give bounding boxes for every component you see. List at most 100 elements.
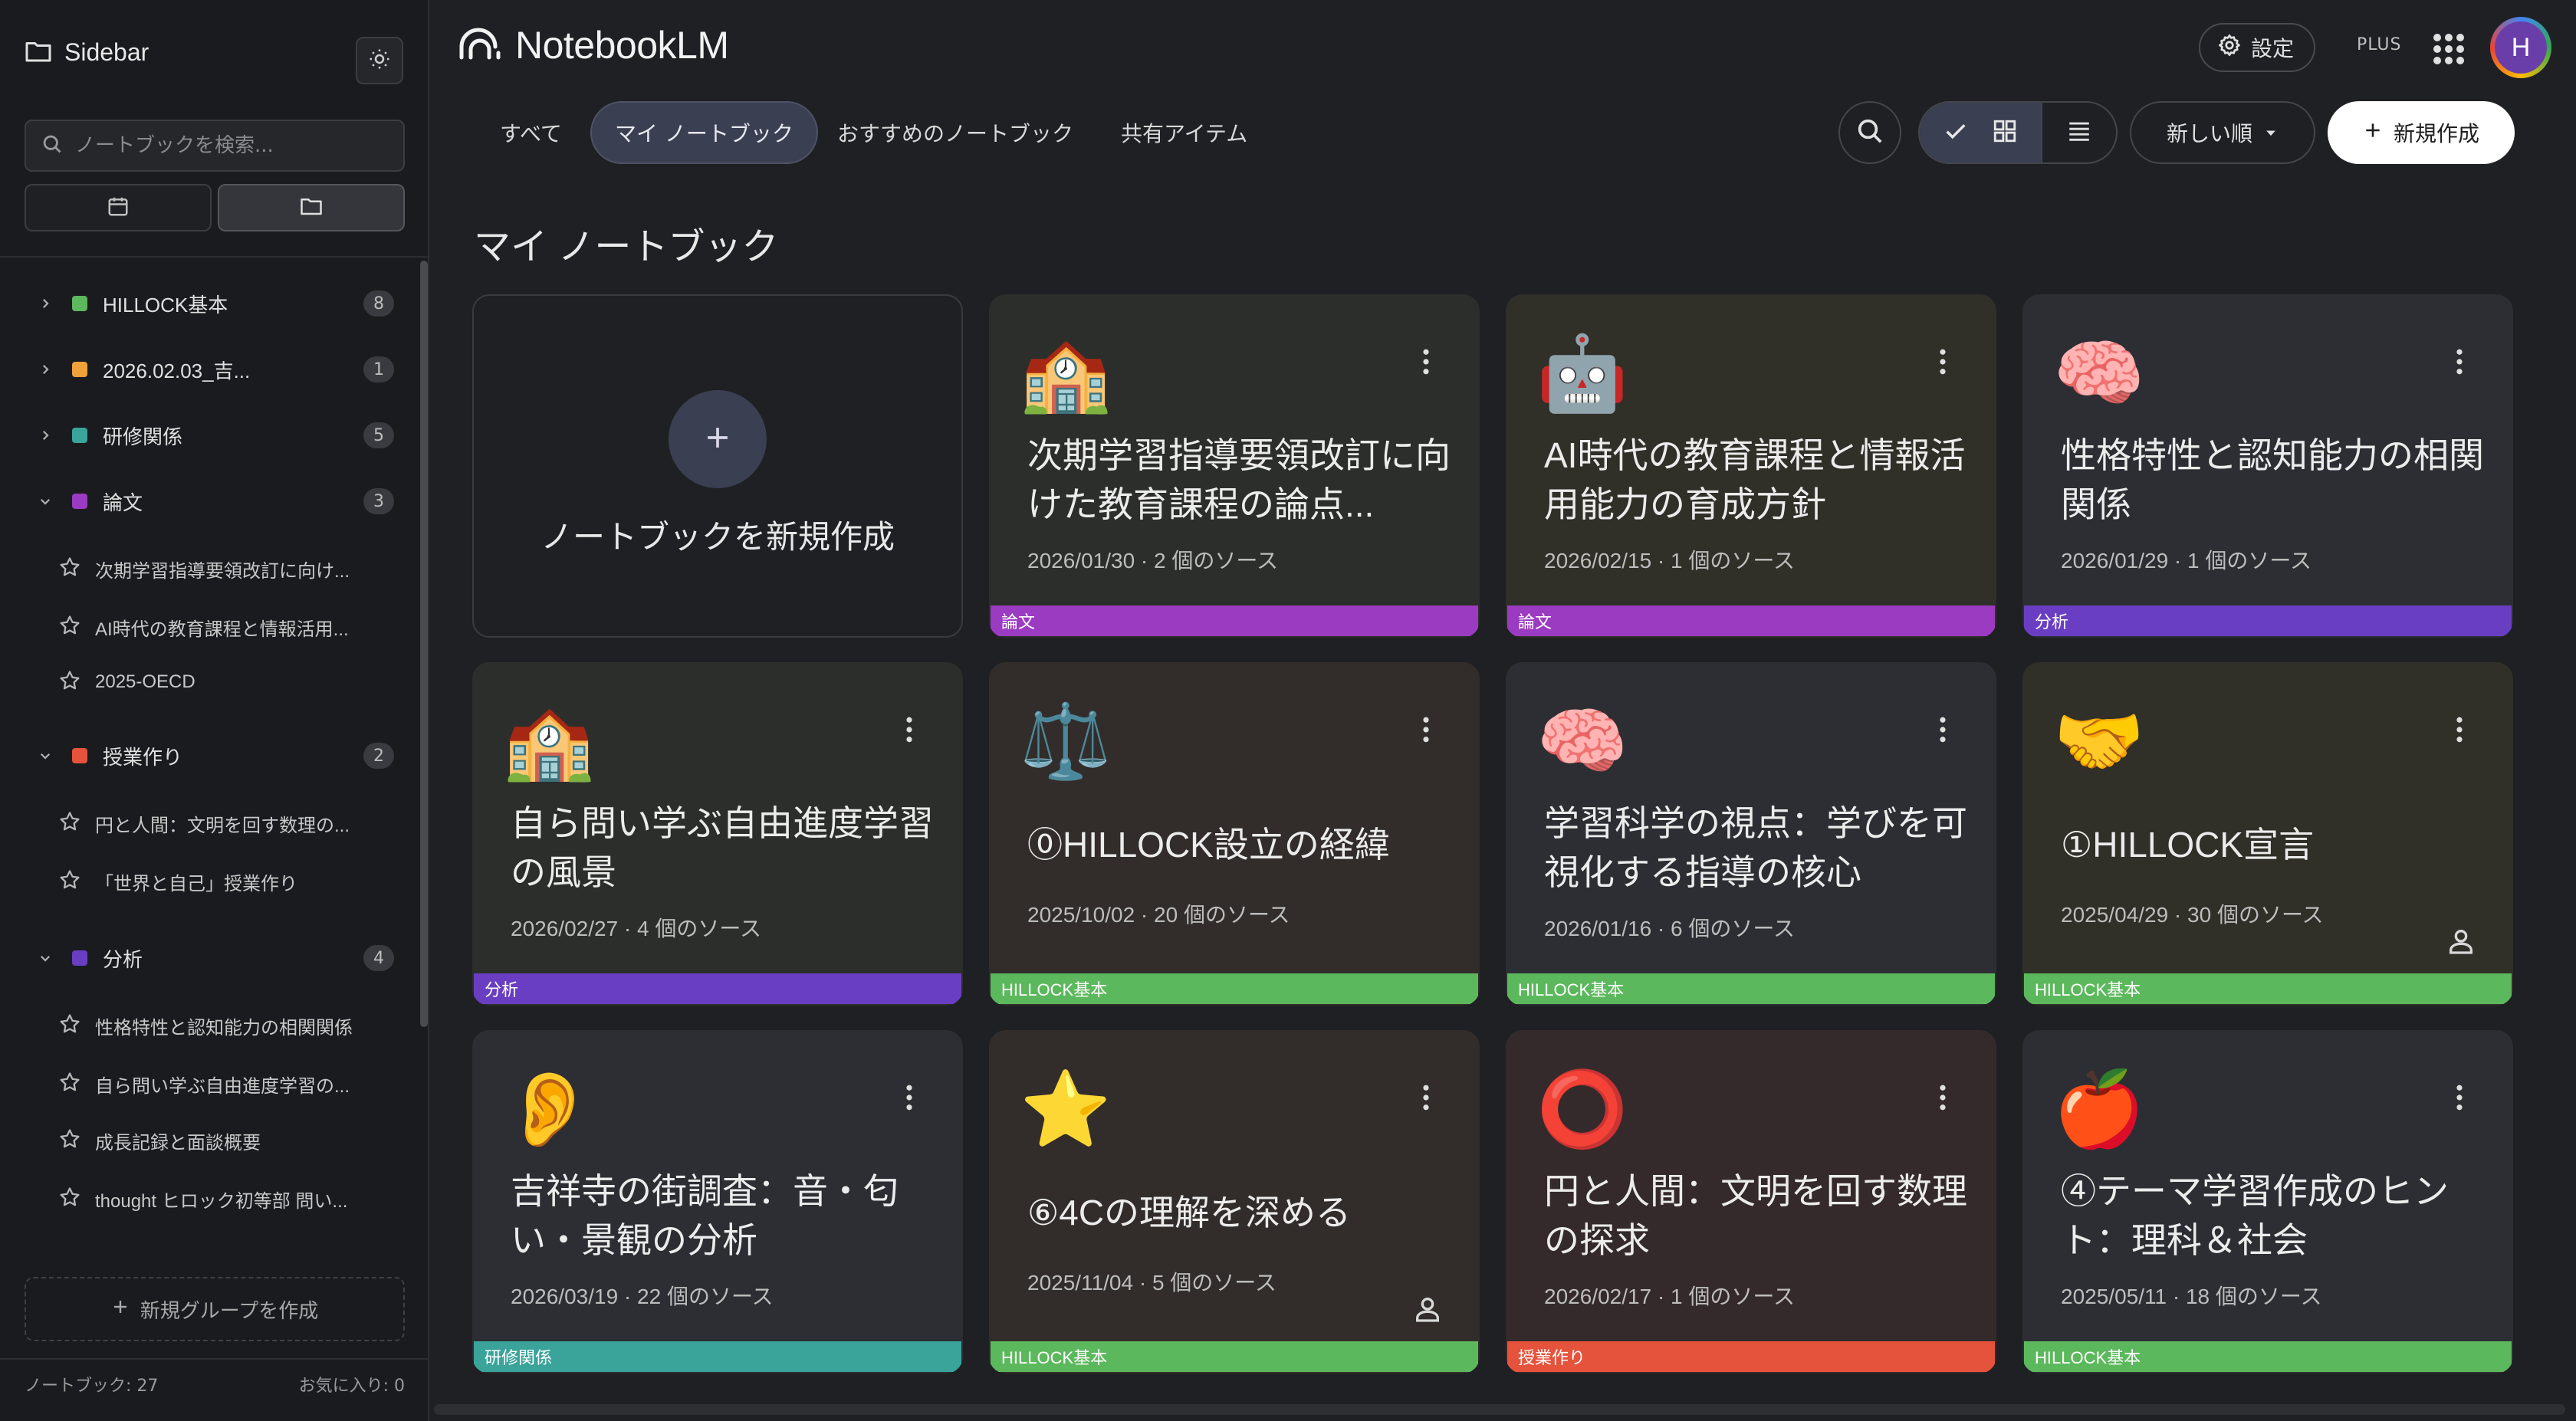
notebook-card[interactable]: ⭐ ⑥4Cの理解を深める 2025/11/04 · 5 個のソース HILLOC…	[989, 1030, 1480, 1373]
chevron-down-icon[interactable]	[34, 951, 57, 965]
tab-all[interactable]: すべて	[477, 101, 585, 164]
calendar-view-button[interactable]	[25, 184, 212, 231]
notebook-card[interactable]: 🏫 次期学習指導要領改訂に向けた教育課程の論点... 2026/01/30 · …	[989, 294, 1480, 638]
notebook-card[interactable]: ⚖️ ⓪HILLOCK設立の経緯 2025/10/02 · 20 個のソース H…	[989, 662, 1480, 1006]
new-notebook-card[interactable]: ノートブックを新規作成	[472, 294, 963, 638]
chevron-right-icon[interactable]	[34, 363, 57, 376]
group-row-hillock[interactable]: HILLOCK基本 8	[34, 281, 394, 327]
sidebar-notebook-item[interactable]: 自ら問い学ぶ自由進度学習の...	[58, 1061, 396, 1107]
group-row-training[interactable]: 研修関係 5	[34, 412, 394, 458]
notebook-title: 次期学習指導要領改訂に向けた教育課程の論点...	[1027, 435, 1451, 524]
notebook-card[interactable]: 🧠 学習科学の視点：学びを可視化する指導の核心 2026/01/16 · 6 個…	[1506, 662, 1996, 1006]
group-row-lesson-making[interactable]: 授業作り 2	[34, 733, 394, 779]
more-vert-icon[interactable]	[1403, 1075, 1449, 1121]
notebook-card[interactable]: 🤖 AI時代の教育課程と情報活用能力の育成方針 2026/02/15 · 1 個…	[1506, 294, 1996, 638]
star-icon[interactable]	[58, 1186, 81, 1212]
group-count-badge: 5	[363, 422, 394, 448]
more-vert-icon[interactable]	[886, 1075, 932, 1121]
chevron-down-icon[interactable]	[34, 749, 57, 763]
more-vert-icon[interactable]	[2436, 707, 2482, 753]
notebook-emoji: ⭕	[1536, 1066, 1628, 1152]
notebook-card[interactable]: 👂 吉祥寺の街調査：音・匂い・景観の分析 2026/03/19 · 22 個のソ…	[472, 1030, 963, 1373]
settings-label: 設定	[2251, 36, 2295, 61]
sidebar-notebook-item[interactable]: 円と人間：文明を回す数理の...	[58, 800, 396, 846]
tab-recommended[interactable]: おすすめのノートブック	[814, 101, 1096, 164]
star-icon[interactable]	[58, 669, 81, 695]
sidebar-notebook-item[interactable]: thought ヒロック初等部 問い...	[58, 1176, 396, 1222]
plus-icon	[2363, 120, 2383, 146]
more-vert-icon[interactable]	[1920, 707, 1966, 753]
tab-my-notebooks[interactable]: マイ ノートブック	[590, 101, 818, 164]
notebook-count: ノートブック: 27	[25, 1377, 159, 1396]
apps-grid-icon[interactable]	[2430, 31, 2464, 64]
more-vert-icon[interactable]	[886, 707, 932, 753]
new-group-label: 新規グループを作成	[140, 1299, 319, 1323]
notebook-group-tag: 授業作り	[1507, 1341, 1995, 1372]
sort-dropdown[interactable]: 新しい順	[2130, 101, 2315, 164]
star-icon[interactable]	[58, 1127, 81, 1154]
search-button[interactable]	[1838, 101, 1901, 164]
new-notebook-plus-button[interactable]	[669, 389, 767, 488]
notebook-search-input[interactable]	[75, 134, 382, 157]
notebook-emoji: 🏫	[1020, 330, 1112, 416]
group-name: HILLOCK基本	[103, 293, 228, 317]
more-vert-icon[interactable]	[1920, 339, 1966, 385]
notebook-search-box[interactable]	[25, 120, 405, 172]
notebook-card[interactable]: ⭕ 円と人間：文明を回す数理の探求 2026/02/17 · 1 個のソース 授…	[1506, 1030, 1996, 1373]
more-vert-icon[interactable]	[2436, 339, 2482, 385]
notebook-card[interactable]: 🍎 ④テーマ学習作成のヒント：理科＆社会 2025/05/11 · 18 個のソ…	[2022, 1030, 2513, 1373]
sidebar-notebook-item[interactable]: 性格特性と認知能力の相関関係	[58, 1003, 396, 1049]
group-row-analysis[interactable]: 分析 4	[34, 935, 394, 981]
star-icon[interactable]	[58, 868, 81, 894]
star-icon[interactable]	[58, 1012, 81, 1039]
notebook-meta: 2026/01/29 · 1 個のソース	[2061, 549, 2312, 573]
notebook-emoji: ⭐	[1020, 1066, 1112, 1152]
sidebar-title: Sidebar	[64, 38, 150, 66]
sidebar-notebook-item[interactable]: AI時代の教育課程と情報活用...	[58, 604, 396, 650]
grid-view-button[interactable]	[1920, 103, 2042, 162]
group-color-swatch	[72, 362, 87, 377]
sidebar-footer: ノートブック: 27 お気に入り: 0	[25, 1372, 405, 1396]
settings-button[interactable]: 設定	[2199, 23, 2316, 72]
sidebar-notebook-title: 成長記録と面談概要	[95, 1132, 261, 1154]
horizontal-scrollbar[interactable]	[434, 1404, 2565, 1415]
notebook-group-tag: HILLOCK基本	[2024, 973, 2512, 1004]
notebook-title: ①HILLOCK宣言	[2061, 825, 2315, 865]
notebook-group-tag: 分析	[474, 973, 961, 1004]
star-icon[interactable]	[58, 614, 81, 640]
star-icon[interactable]	[58, 556, 81, 582]
app-logo[interactable]: NotebookLM	[458, 23, 729, 67]
notebook-card[interactable]: 🏫 自ら問い学ぶ自由進度学習の風景 2026/02/27 · 4 個のソース 分…	[472, 662, 963, 1006]
list-view-button[interactable]	[2042, 103, 2116, 162]
notebook-emoji: 🧠	[1536, 698, 1628, 784]
notebook-card[interactable]: 🤝 ①HILLOCK宣言 2025/04/29 · 30 個のソース HILLO…	[2022, 662, 2513, 1006]
chevron-down-icon[interactable]	[34, 494, 57, 508]
sidebar-notebook-item[interactable]: 次期学習指導要領改訂に向け...	[58, 546, 396, 592]
plus-icon	[701, 421, 734, 458]
new-group-button[interactable]: 新規グループを作成	[25, 1277, 405, 1341]
sidebar-notebook-item[interactable]: 2025-OECD	[58, 659, 396, 705]
more-vert-icon[interactable]	[1403, 339, 1449, 385]
more-vert-icon[interactable]	[2436, 1075, 2482, 1121]
tab-shared[interactable]: 共有アイテム	[1098, 101, 1270, 164]
avatar[interactable]: H	[2490, 17, 2551, 78]
folder-view-button[interactable]	[218, 184, 405, 231]
chevron-right-icon[interactable]	[34, 297, 57, 310]
more-vert-icon[interactable]	[1920, 1075, 1966, 1121]
create-new-button[interactable]: 新規作成	[2328, 101, 2515, 164]
notebook-group-tag: HILLOCK基本	[2024, 1341, 2512, 1372]
notebook-meta: 2025/10/02 · 20 個のソース	[1027, 903, 1290, 927]
group-row-2026-02-03[interactable]: 2026.02.03_吉... 1	[34, 346, 394, 392]
group-row-papers[interactable]: 論文 3	[34, 478, 394, 524]
theme-toggle-button[interactable]	[356, 37, 403, 84]
sidebar-notebook-item[interactable]: 「世界と自己」授業作り	[58, 858, 396, 904]
notebook-card[interactable]: 🧠 性格特性と認知能力の相関関係 2026/01/29 · 1 個のソース 分析	[2022, 294, 2513, 638]
sidebar-scrollbar[interactable]	[420, 261, 428, 1027]
star-icon[interactable]	[58, 810, 81, 836]
group-name: 論文	[103, 491, 143, 514]
notebook-emoji: 🧠	[2053, 330, 2145, 416]
star-icon[interactable]	[58, 1071, 81, 1097]
sidebar-notebook-item[interactable]: 成長記録と面談概要	[58, 1117, 396, 1163]
more-vert-icon[interactable]	[1403, 707, 1449, 753]
chevron-right-icon[interactable]	[34, 428, 57, 442]
